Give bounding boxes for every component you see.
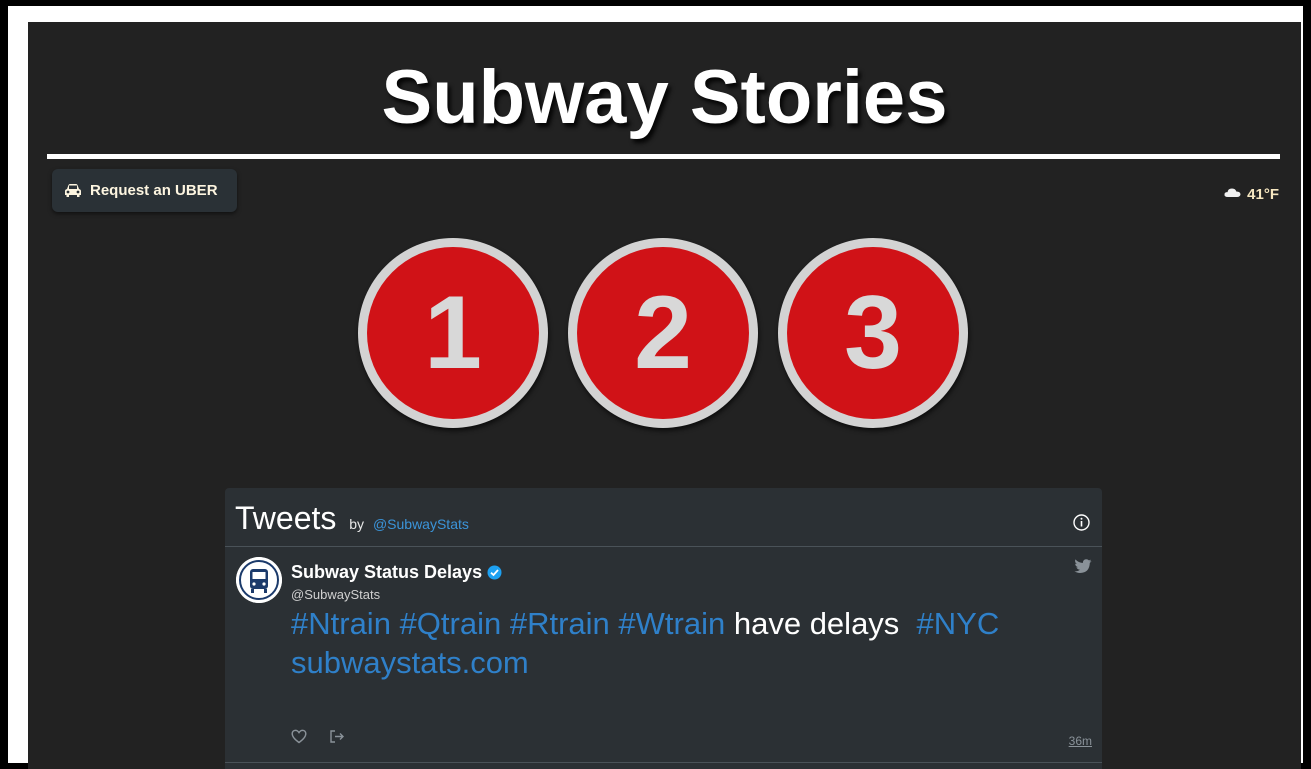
hashtag-link[interactable]: #NYC <box>917 606 1000 641</box>
twitter-bird-icon[interactable] <box>1074 559 1092 574</box>
twitter-timeline: Tweets by @SubwayStats Subway Status Del… <box>225 488 1102 769</box>
line-2-bullet[interactable]: 2 <box>568 238 758 428</box>
page: Subway Stories Request an UBER 41°F 1 2 <box>28 22 1301 769</box>
line-1-bullet[interactable]: 1 <box>358 238 548 428</box>
heart-icon[interactable] <box>291 729 307 744</box>
subway-lines: 1 2 3 <box>358 238 978 430</box>
timeline-title: Tweets by @SubwayStats <box>235 500 469 537</box>
hashtag-link[interactable]: #Ntrain <box>291 606 391 641</box>
timeline-by: by <box>349 516 365 532</box>
tweet-body-text: have delays <box>733 606 900 641</box>
car-icon <box>65 183 81 197</box>
tweet-item[interactable]: Subway Status Delays @SubwayStats #Ntrai… <box>225 547 1102 763</box>
avatar[interactable] <box>236 557 282 603</box>
temperature: 41°F <box>1247 186 1279 203</box>
browser-frame: Subway Stories Request an UBER 41°F 1 2 <box>8 6 1303 769</box>
share-icon[interactable] <box>329 729 345 744</box>
info-icon[interactable] <box>1073 514 1090 531</box>
request-uber-label: Request an UBER <box>90 182 218 199</box>
cloud-icon <box>1224 188 1241 197</box>
tweet-text: #Ntrain #Qtrain #Rtrain #Wtrain have del… <box>291 604 1071 682</box>
timeline-title-text: Tweets <box>235 500 337 536</box>
tweet-actions <box>291 729 345 744</box>
hashtag-link[interactable]: #Wtrain <box>618 606 725 641</box>
weather-widget: 41°F <box>1224 186 1279 203</box>
hashtag-link[interactable]: #Rtrain <box>510 606 610 641</box>
page-title: Subway Stories <box>381 55 948 140</box>
author-name[interactable]: Subway Status Delays <box>291 562 502 583</box>
title-divider <box>47 154 1280 159</box>
request-uber-button[interactable]: Request an UBER <box>52 169 237 212</box>
tweet-url-link[interactable]: subwaystats.com <box>291 645 529 680</box>
hashtag-link[interactable]: #Qtrain <box>400 606 502 641</box>
timeline-by-handle-link[interactable]: @SubwayStats <box>373 516 469 532</box>
timeline-header: Tweets by @SubwayStats <box>225 488 1102 547</box>
tweet-timestamp[interactable]: 36m <box>1069 734 1092 748</box>
line-2-label: 2 <box>577 247 749 419</box>
line-3-label: 3 <box>787 247 959 419</box>
line-3-bullet[interactable]: 3 <box>778 238 968 428</box>
line-1-label: 1 <box>367 247 539 419</box>
verified-badge-icon <box>487 565 502 580</box>
author-handle[interactable]: @SubwayStats <box>291 587 380 602</box>
author-name-text: Subway Status Delays <box>291 562 483 582</box>
